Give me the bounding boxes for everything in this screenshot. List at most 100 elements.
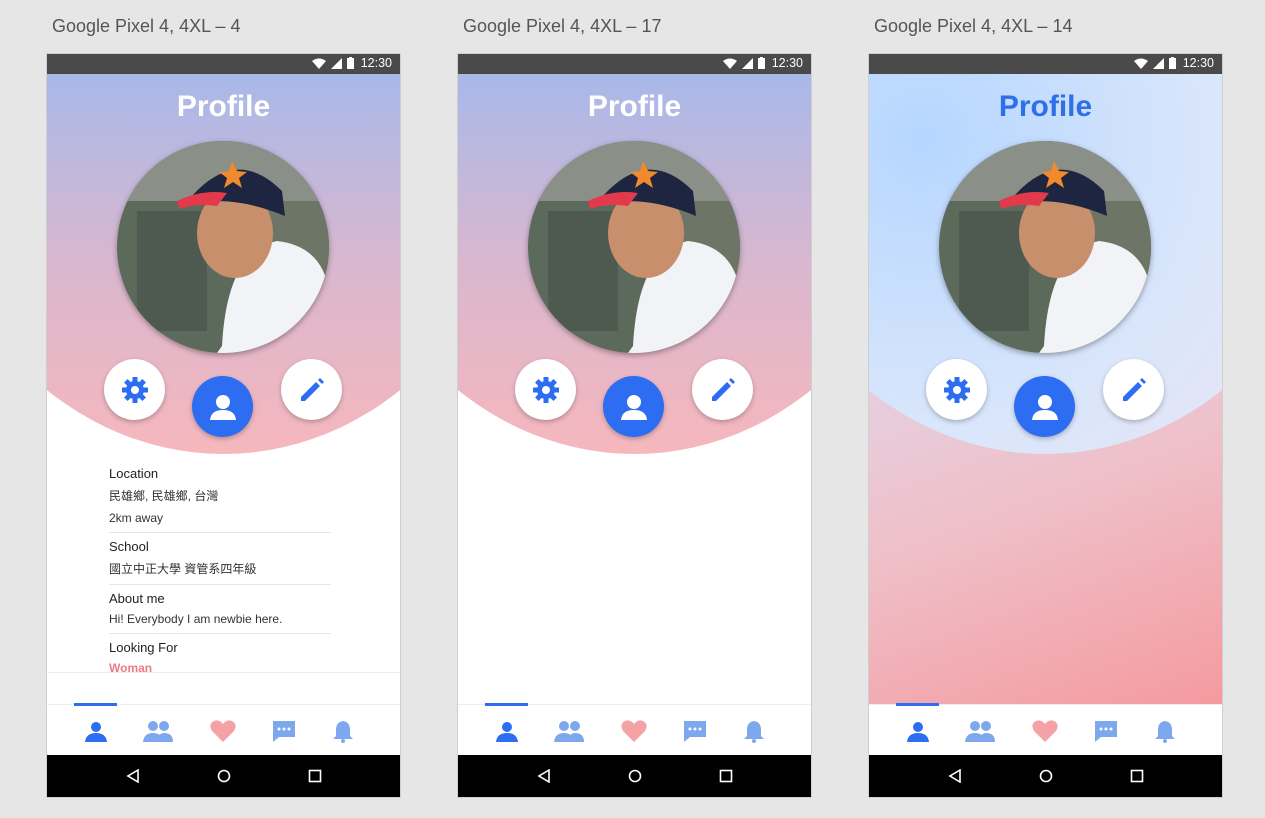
nav-matches[interactable] — [619, 718, 649, 744]
nav-profile[interactable] — [492, 718, 522, 744]
artboard-title-2: Google Pixel 4, 4XL – 17 — [463, 16, 662, 36]
home-icon[interactable] — [628, 769, 642, 783]
looking-section: Looking For Woman — [109, 640, 331, 675]
distance-value: 2km away — [109, 511, 164, 525]
system-nav-bar — [47, 755, 400, 797]
nav-notifications[interactable] — [328, 718, 358, 744]
home-icon[interactable] — [1039, 769, 1053, 783]
profile-button[interactable] — [192, 376, 253, 437]
status-time: 12:30 — [771, 56, 803, 70]
battery-icon — [757, 57, 765, 69]
edit-button[interactable] — [281, 359, 342, 420]
phone-screen-2: 12:30 Profile — [458, 54, 811, 797]
person-icon — [209, 394, 236, 420]
system-nav-bar — [869, 755, 1222, 797]
nav-matches[interactable] — [208, 718, 238, 744]
settings-button[interactable] — [104, 359, 165, 420]
person-icon — [620, 394, 647, 420]
settings-button[interactable] — [926, 359, 987, 420]
location-label: Location — [109, 466, 159, 481]
pencil-icon — [711, 377, 735, 401]
profile-button[interactable] — [1014, 376, 1075, 437]
person-icon — [1031, 394, 1058, 420]
page-title: Profile — [176, 90, 271, 123]
battery-icon — [1168, 57, 1176, 69]
status-bar: 12:30 — [47, 54, 400, 74]
avatar — [939, 141, 1151, 353]
about-label: About me — [109, 591, 165, 606]
nav-friends[interactable] — [143, 718, 173, 744]
system-nav-bar — [458, 755, 811, 797]
gear-icon — [943, 376, 970, 403]
person-icon — [496, 722, 518, 742]
location-section: Location 民雄鄉, 民雄鄉, 台灣 2km away — [109, 466, 331, 533]
phone-screen-1: 12:30 Profile Location 民雄鄉, 民雄鄉, 台灣 2km … — [47, 54, 400, 797]
signal-icon — [741, 57, 753, 69]
wifi-icon — [722, 58, 737, 69]
battery-icon — [346, 57, 354, 69]
school-label: School — [109, 539, 149, 554]
gear-icon — [532, 376, 559, 403]
edit-button[interactable] — [692, 359, 753, 420]
nav-profile[interactable] — [81, 718, 111, 744]
bell-icon — [1155, 721, 1175, 743]
recents-icon[interactable] — [719, 769, 733, 783]
nav-notifications[interactable] — [1150, 718, 1180, 744]
signal-icon — [330, 57, 342, 69]
bell-icon — [744, 721, 764, 743]
artboard-title-1: Google Pixel 4, 4XL – 4 — [52, 16, 241, 36]
nav-chat[interactable] — [1091, 718, 1121, 744]
group-icon — [965, 721, 995, 742]
wifi-icon — [1133, 58, 1148, 69]
pencil-icon — [300, 377, 324, 401]
about-section: About me Hi! Everybody I am newbie here. — [109, 591, 331, 634]
wifi-icon — [311, 58, 326, 69]
status-bar: 12:30 — [869, 54, 1222, 74]
heart-icon — [210, 720, 236, 742]
bell-icon — [333, 721, 353, 743]
status-time: 12:30 — [1182, 56, 1214, 70]
heart-icon — [621, 720, 647, 742]
nav-active-indicator — [896, 703, 939, 706]
divider — [47, 672, 400, 673]
nav-friends[interactable] — [965, 718, 995, 744]
status-bar: 12:30 — [458, 54, 811, 74]
nav-chat[interactable] — [269, 718, 299, 744]
profile-info: Location 民雄鄉, 民雄鄉, 台灣 2km away School 國立… — [109, 464, 331, 682]
recents-icon[interactable] — [1130, 769, 1144, 783]
nav-notifications[interactable] — [739, 718, 769, 744]
nav-active-indicator — [485, 703, 528, 706]
status-time: 12:30 — [360, 56, 392, 70]
nav-chat[interactable] — [680, 718, 710, 744]
back-icon[interactable] — [536, 769, 551, 783]
nav-active-indicator — [74, 703, 117, 706]
chat-icon — [684, 721, 706, 742]
avatar — [528, 141, 740, 353]
looking-label: Looking For — [109, 640, 178, 655]
signal-icon — [1152, 57, 1164, 69]
group-icon — [554, 721, 584, 742]
nav-friends[interactable] — [554, 718, 584, 744]
person-icon — [907, 722, 929, 742]
school-section: School 國立中正大學 資管系四年級 — [109, 539, 331, 585]
artboard-title-3: Google Pixel 4, 4XL – 14 — [874, 16, 1073, 36]
pencil-icon — [1122, 377, 1146, 401]
back-icon[interactable] — [125, 769, 140, 783]
page-title: Profile — [587, 90, 682, 123]
nav-profile[interactable] — [903, 718, 933, 744]
edit-button[interactable] — [1103, 359, 1164, 420]
school-value: 國立中正大學 資管系四年級 — [109, 562, 257, 576]
chat-icon — [1095, 721, 1117, 742]
back-icon[interactable] — [947, 769, 962, 783]
profile-button[interactable] — [603, 376, 664, 437]
nav-matches[interactable] — [1030, 718, 1060, 744]
settings-button[interactable] — [515, 359, 576, 420]
chat-icon — [273, 721, 295, 742]
heart-icon — [1032, 720, 1058, 742]
about-value: Hi! Everybody I am newbie here. — [109, 612, 283, 626]
phone-screen-3: 12:30 Profile — [869, 54, 1222, 797]
gear-icon — [121, 376, 148, 403]
home-icon[interactable] — [217, 769, 231, 783]
person-icon — [85, 722, 107, 742]
recents-icon[interactable] — [308, 769, 322, 783]
